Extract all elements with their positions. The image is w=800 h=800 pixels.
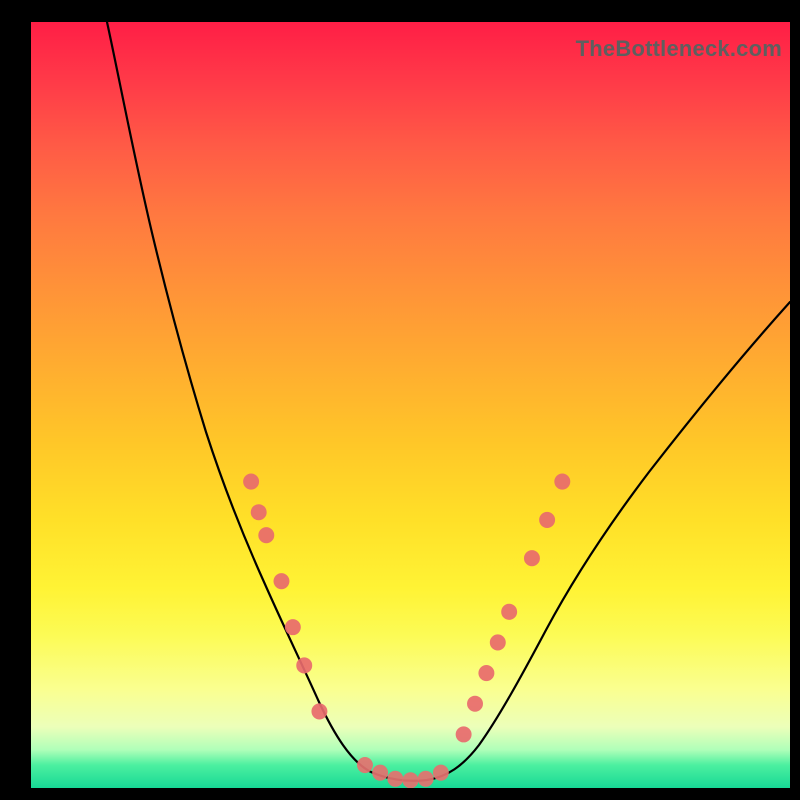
- plot-area: TheBottleneck.com: [31, 22, 790, 788]
- markers-left: [243, 474, 327, 720]
- marker-dot: [372, 765, 388, 781]
- marker-dot: [403, 772, 419, 788]
- marker-dot: [243, 474, 259, 490]
- markers-bottom: [357, 757, 449, 788]
- marker-dot: [418, 771, 434, 787]
- marker-dot: [258, 527, 274, 543]
- marker-dot: [296, 657, 312, 673]
- curve-markers: [31, 22, 790, 788]
- marker-dot: [311, 703, 327, 719]
- marker-dot: [467, 696, 483, 712]
- marker-dot: [251, 504, 267, 520]
- marker-dot: [501, 604, 517, 620]
- marker-dot: [285, 619, 301, 635]
- marker-dot: [387, 771, 403, 787]
- marker-dot: [478, 665, 494, 681]
- marker-dot: [539, 512, 555, 528]
- marker-dot: [433, 765, 449, 781]
- chart-frame: TheBottleneck.com: [10, 10, 790, 790]
- markers-right: [456, 474, 571, 743]
- marker-dot: [524, 550, 540, 566]
- marker-dot: [456, 726, 472, 742]
- marker-dot: [554, 474, 570, 490]
- marker-dot: [357, 757, 373, 773]
- marker-dot: [274, 573, 290, 589]
- marker-dot: [490, 634, 506, 650]
